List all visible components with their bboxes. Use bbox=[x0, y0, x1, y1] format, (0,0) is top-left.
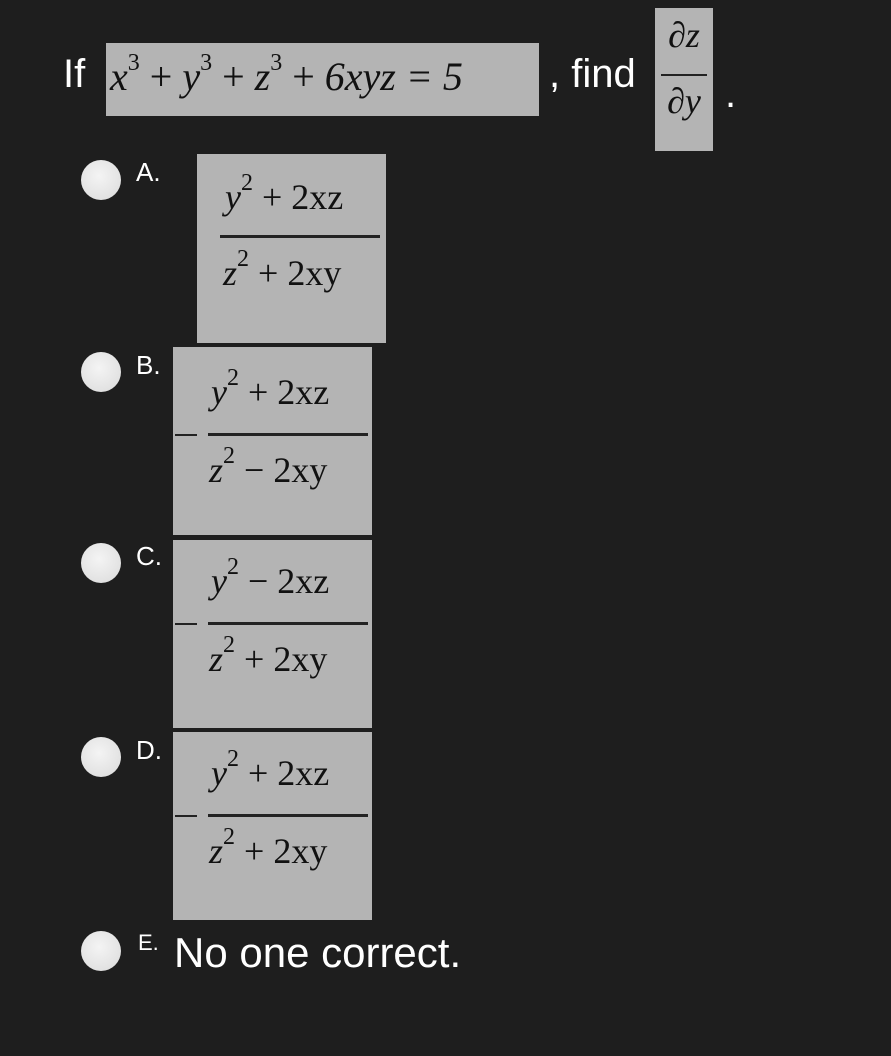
den-exp: 2 bbox=[223, 632, 236, 658]
num-rest: + 2xz bbox=[252, 177, 344, 217]
derivative-image: ∂z ∂y bbox=[655, 8, 713, 151]
question-prefix: If bbox=[63, 52, 86, 96]
radio-option-d[interactable] bbox=[81, 737, 121, 777]
eq-exp: 3 bbox=[270, 49, 283, 76]
eq-exp: 3 bbox=[200, 49, 213, 76]
eq-y: y bbox=[182, 54, 201, 99]
den-exp: 2 bbox=[237, 246, 250, 272]
derivative-denominator: ∂y bbox=[667, 81, 701, 121]
derivative-numerator: ∂z bbox=[668, 15, 700, 55]
eq-plus: + bbox=[222, 54, 245, 99]
radio-option-a[interactable] bbox=[81, 160, 121, 200]
option-c-letter: C. bbox=[136, 541, 162, 571]
negative-sign bbox=[175, 434, 197, 436]
question-suffix: , find bbox=[549, 52, 636, 96]
option-a-letter: A. bbox=[136, 157, 161, 187]
negative-sign bbox=[175, 815, 197, 817]
fraction-bar bbox=[208, 814, 368, 817]
den-base: z bbox=[223, 253, 238, 293]
negative-sign bbox=[175, 623, 197, 625]
eq-z: z bbox=[254, 54, 271, 99]
option-d-image: y2 + 2xz z2 + 2xy bbox=[173, 732, 372, 920]
eq-plus: + bbox=[292, 54, 315, 99]
fraction-bar bbox=[208, 433, 368, 436]
eq-plus: + bbox=[149, 54, 173, 99]
num-base: y bbox=[211, 561, 227, 601]
equation-image: x3 + y3 + z3 + 6xyz = 5 bbox=[106, 43, 539, 116]
question-end: . bbox=[725, 72, 737, 116]
den-rest: + 2xy bbox=[235, 639, 328, 679]
num-rest: − 2xz bbox=[238, 561, 330, 601]
num-rest: + 2xz bbox=[238, 753, 330, 793]
den-rest: + 2xy bbox=[235, 831, 328, 871]
radio-option-c[interactable] bbox=[81, 543, 121, 583]
eq-exp: 3 bbox=[127, 49, 140, 76]
fraction-bar bbox=[208, 622, 368, 625]
den-exp: 2 bbox=[223, 443, 236, 469]
option-b-image: y2 + 2xz z2 − 2xy bbox=[173, 347, 372, 535]
option-b-letter: B. bbox=[136, 350, 161, 380]
radio-option-e[interactable] bbox=[81, 931, 121, 971]
option-c-image: y2 − 2xz z2 + 2xy bbox=[173, 540, 372, 728]
option-e-text: No one correct. bbox=[174, 929, 462, 976]
option-a-image: y2 + 2xz z2 + 2xy bbox=[197, 154, 386, 343]
num-base: y bbox=[225, 177, 241, 217]
num-exp: 2 bbox=[226, 554, 239, 580]
num-rest: + 2xz bbox=[238, 372, 330, 412]
den-exp: 2 bbox=[223, 824, 236, 850]
fraction-bar bbox=[220, 235, 380, 238]
num-exp: 2 bbox=[226, 746, 239, 772]
eq-x: x bbox=[110, 54, 128, 99]
num-base: y bbox=[211, 753, 227, 793]
den-rest: − 2xy bbox=[235, 450, 328, 490]
den-base: z bbox=[209, 831, 224, 871]
fraction-bar bbox=[661, 74, 707, 76]
num-exp: 2 bbox=[240, 170, 253, 196]
den-rest: + 2xy bbox=[249, 253, 342, 293]
radio-option-b[interactable] bbox=[81, 352, 121, 392]
option-e-letter: E. bbox=[138, 930, 159, 955]
eq-rest: 6xyz = 5 bbox=[324, 54, 463, 99]
den-base: z bbox=[209, 450, 224, 490]
option-d-letter: D. bbox=[136, 735, 162, 765]
den-base: z bbox=[209, 639, 224, 679]
num-base: y bbox=[211, 372, 227, 412]
num-exp: 2 bbox=[226, 365, 239, 391]
